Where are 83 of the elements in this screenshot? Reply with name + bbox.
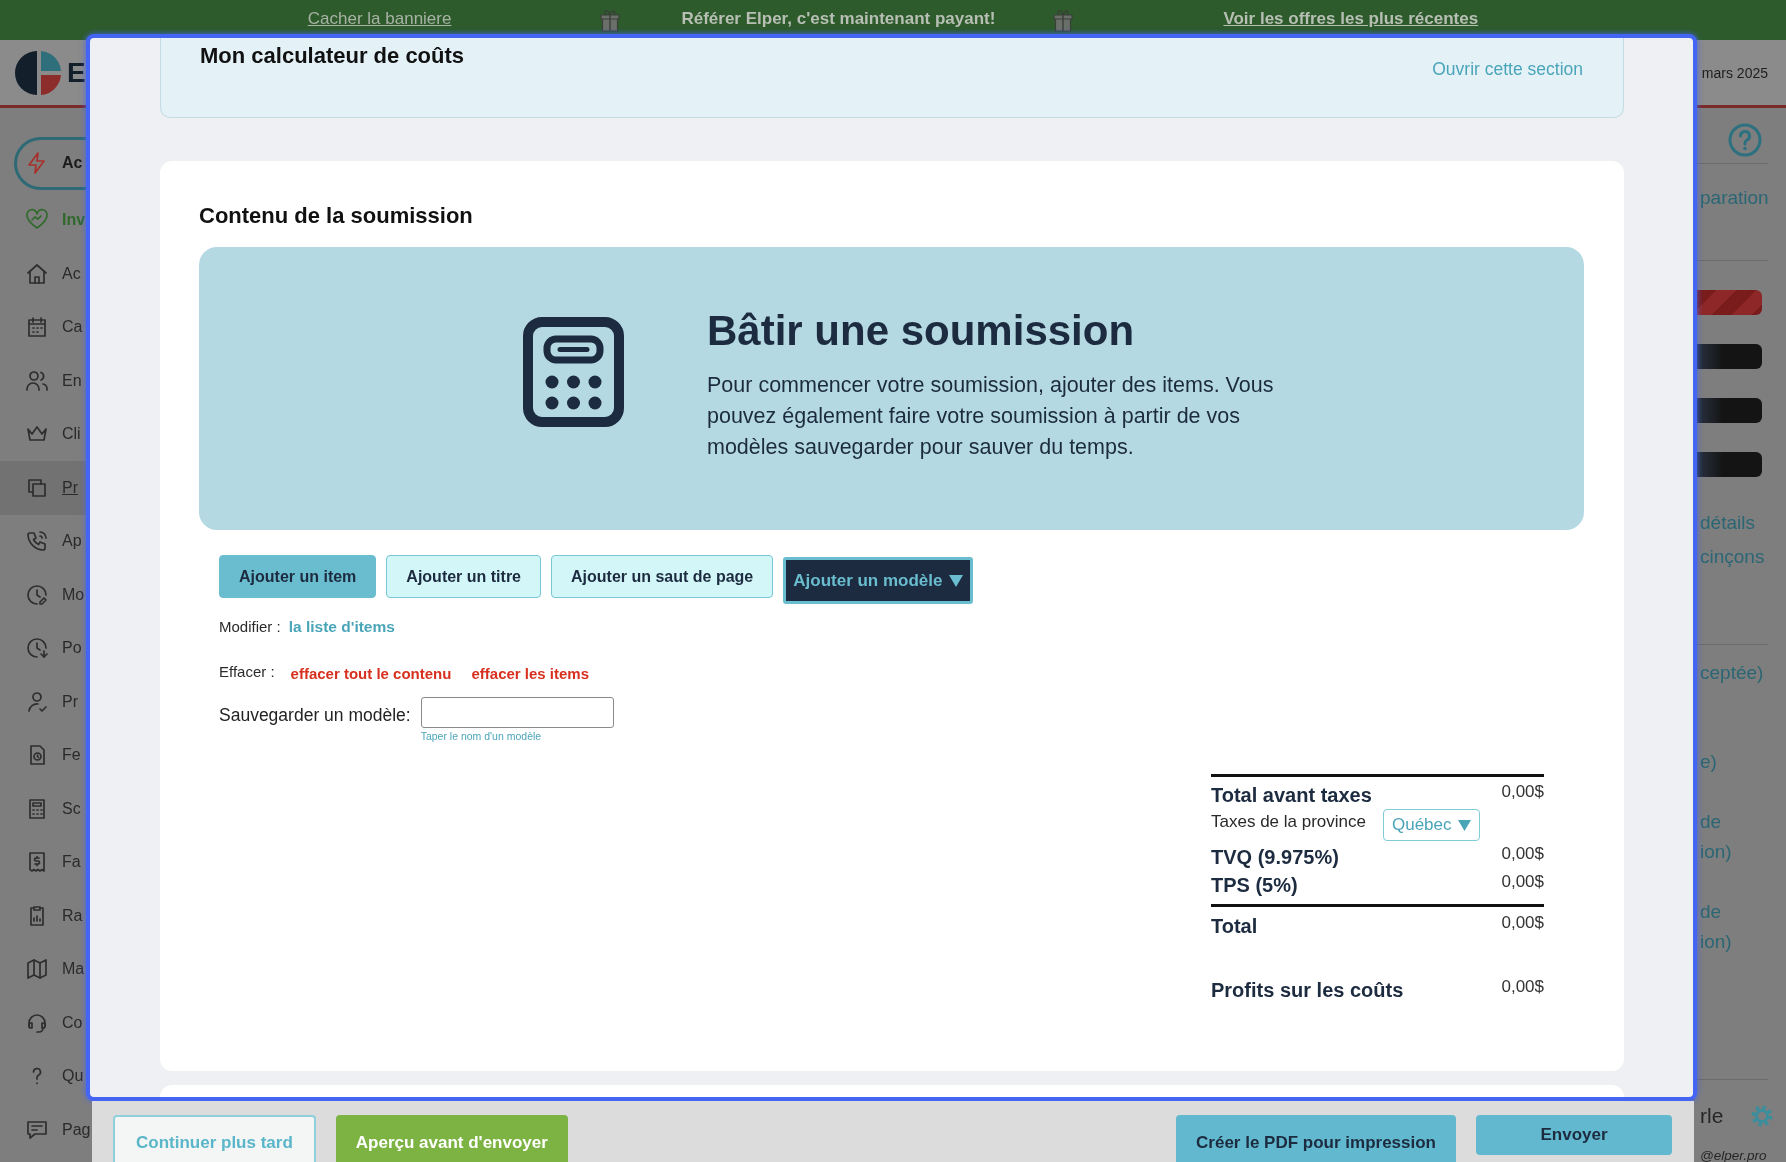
- calculator-icon: [523, 317, 624, 427]
- date-text: mars 2025: [1701, 64, 1768, 81]
- total-label: Profits sur les coûts: [1211, 978, 1404, 1002]
- add-button[interactable]: Ajouter un saut de page: [551, 555, 774, 598]
- total-value: 0,00$: [1501, 844, 1544, 864]
- sidebar-item[interactable]: Po: [0, 621, 91, 675]
- sidebar-item[interactable]: Mo: [0, 568, 91, 622]
- footer-button[interactable]: Envoyer: [1476, 1115, 1672, 1155]
- caret-icon: [948, 573, 963, 588]
- phone-icon: [25, 529, 49, 554]
- empty-state-heading: Bâtir une soumission: [707, 307, 1135, 355]
- empty-state-text: Pour commencer votre soumission, ajouter des items. Vous pouvez également faire votre soumission à partir de vos modèles sauvegarder pour sauver du temps.: [707, 372, 1275, 461]
- user-check-icon: [25, 689, 49, 714]
- clock-icon: [25, 582, 49, 607]
- total-label: Total: [1211, 914, 1258, 938]
- offers-link[interactable]: Voir les offres les plus récentes: [1223, 9, 1479, 29]
- partial-text: rle: [1700, 1104, 1724, 1128]
- sidebar-item[interactable]: Sc: [0, 782, 91, 836]
- clock-icon: [25, 636, 49, 661]
- logo-text: E: [67, 58, 86, 87]
- email-text: @elper.pro: [1700, 1148, 1767, 1162]
- partial-text: paration: [1700, 186, 1769, 210]
- partial-text: ion): [1700, 930, 1732, 954]
- sidebar-item[interactable]: Ma: [0, 942, 91, 996]
- action-button[interactable]: [1697, 290, 1762, 315]
- action-button[interactable]: [1697, 452, 1762, 477]
- calendar-icon: [25, 315, 49, 340]
- footer-button[interactable]: Créer le PDF pour impression: [1176, 1115, 1456, 1162]
- total-value: 0,00$: [1501, 913, 1544, 933]
- map-icon: [25, 957, 49, 982]
- modify-label: Modifier :: [219, 617, 281, 637]
- sidebar-item[interactable]: Ac: [0, 247, 91, 301]
- partial-text: détails: [1700, 511, 1755, 535]
- partial-text: e): [1700, 750, 1717, 774]
- section-title: Mon calculateur de coûts: [200, 43, 465, 69]
- clear-label: Effacer :: [219, 662, 275, 682]
- total-label: Total avant taxes: [1211, 783, 1372, 807]
- province-label: Taxes de la province: [1211, 811, 1366, 833]
- footer-button[interactable]: Aperçu avant d'envoyer: [335, 1115, 568, 1162]
- sidebar-item[interactable]: Ap: [0, 514, 91, 568]
- help-icon[interactable]: [1728, 123, 1762, 157]
- users-icon: [25, 368, 49, 393]
- sidebar-item[interactable]: Cli: [0, 407, 91, 461]
- dropdown-button[interactable]: Ajouter un modèle: [783, 557, 973, 604]
- field-hint: Taper le nom d'un modèle: [420, 730, 542, 742]
- home-icon: [25, 261, 49, 286]
- total-value: 0,00$: [1501, 977, 1544, 997]
- total-value: 0,00$: [1501, 782, 1544, 802]
- clear-link[interactable]: effacer tout le contenu: [290, 663, 452, 685]
- total-label: TVQ (9.975%): [1211, 845, 1339, 869]
- partial-text: de: [1700, 900, 1722, 924]
- footer-button[interactable]: Continuer plus tard: [113, 1115, 316, 1162]
- promo-message: Référer Elper, c'est maintenant payant!: [681, 9, 996, 29]
- logo-icon: [15, 48, 63, 97]
- total-value: 0,00$: [1501, 872, 1544, 892]
- province-select[interactable]: Québec: [1383, 809, 1480, 841]
- sidebar-item[interactable]: Co: [0, 996, 91, 1050]
- caret-icon: [1457, 818, 1471, 832]
- save-template-label: Sauvegarder un modèle:: [219, 704, 411, 726]
- partial-text: de: [1700, 810, 1722, 834]
- template-name-field[interactable]: [420, 697, 614, 728]
- sidebar-item[interactable]: Ca: [0, 300, 91, 354]
- sidebar-item[interactable]: Fe: [0, 728, 91, 782]
- partial-text: ion): [1700, 840, 1732, 864]
- sidebar-item[interactable]: Fa: [0, 835, 91, 889]
- add-button[interactable]: Ajouter un item: [219, 555, 377, 598]
- sidebar-item[interactable]: Pag: [0, 1103, 91, 1157]
- add-button[interactable]: Ajouter un titre: [386, 555, 541, 598]
- sidebar-item[interactable]: Ra: [0, 889, 91, 943]
- action-button[interactable]: [1697, 398, 1762, 423]
- action-button[interactable]: [1697, 344, 1762, 369]
- sidebar-item[interactable]: Qu: [0, 1049, 91, 1103]
- partial-text: cinçons: [1700, 545, 1765, 569]
- open-section-link[interactable]: Ouvrir cette section: [1432, 58, 1583, 80]
- settings-icon[interactable]: [1750, 1104, 1774, 1128]
- item-list-link[interactable]: la liste d'items: [288, 617, 395, 637]
- sidebar-item[interactable]: Pr: [0, 675, 91, 729]
- sidebar-item[interactable]: En: [0, 354, 91, 408]
- total-label: TPS (5%): [1211, 873, 1298, 897]
- clear-link[interactable]: effacer les items: [471, 663, 590, 685]
- hide-banner-link[interactable]: Cacher la banniere: [307, 9, 452, 29]
- partial-text: ceptée): [1700, 661, 1764, 685]
- section-title: Contenu de la soumission: [199, 203, 473, 229]
